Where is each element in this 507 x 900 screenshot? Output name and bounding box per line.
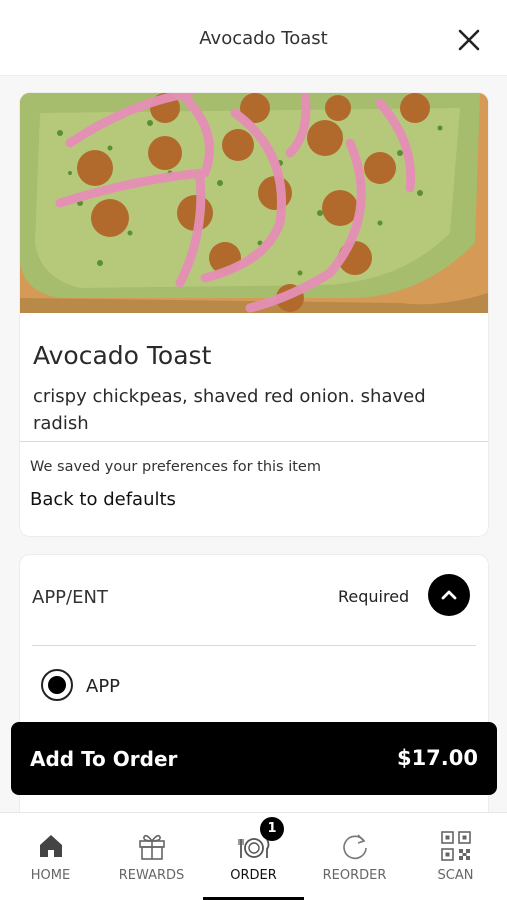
required-label: Required: [338, 587, 410, 606]
nav-item-reorder[interactable]: REORDER: [304, 813, 405, 900]
nav-label-home: HOME: [30, 868, 71, 883]
option-radio-app[interactable]: [41, 669, 73, 701]
collapse-button[interactable]: [428, 574, 470, 616]
divider: [32, 645, 476, 646]
page-title: Avocado Toast: [199, 28, 328, 49]
item-name: Avocado Toast: [33, 341, 212, 370]
option-group-title: APP/ENT: [32, 587, 108, 608]
nav-label-reorder: REORDER: [322, 868, 387, 883]
nav-label-rewards: REWARDS: [118, 868, 185, 883]
close-button[interactable]: [452, 23, 486, 57]
home-icon: [39, 835, 62, 857]
add-to-order-label: Add To Order: [30, 747, 178, 771]
add-to-order-button[interactable]: Add To Order $17.00: [11, 722, 497, 795]
option-label-app[interactable]: APP: [86, 676, 120, 697]
nav-item-home[interactable]: HOME: [0, 813, 101, 900]
nav-item-order[interactable]: 1 ORDER: [203, 813, 304, 900]
order-price: $17.00: [396, 746, 478, 770]
bottom-nav: HOME REWARDS 1 ORDER REORDER SCAN: [0, 812, 507, 900]
saved-preferences-message: We saved your preferences for this item: [30, 459, 321, 475]
item-card: Avocado Toast crispy chickpeas, shaved r…: [20, 93, 488, 536]
nav-item-scan[interactable]: SCAN: [405, 813, 506, 900]
header-bar: Avocado Toast: [0, 0, 507, 76]
qr-code-icon: [440, 831, 471, 861]
back-to-defaults-link[interactable]: Back to defaults: [30, 489, 176, 510]
nav-label-order: ORDER: [230, 868, 277, 883]
radio-selected-dot: [48, 676, 66, 694]
item-image: [20, 93, 488, 313]
close-icon: [458, 29, 480, 51]
refresh-icon: [342, 834, 367, 860]
nav-label-scan: SCAN: [437, 868, 474, 883]
nav-item-rewards[interactable]: REWARDS: [101, 813, 202, 900]
item-description: crispy chickpeas, shaved red onion. shav…: [33, 386, 426, 434]
cart-count-badge: 1: [260, 817, 284, 841]
divider: [20, 441, 488, 442]
chevron-up-icon: [441, 590, 457, 600]
gift-icon: [138, 834, 165, 860]
